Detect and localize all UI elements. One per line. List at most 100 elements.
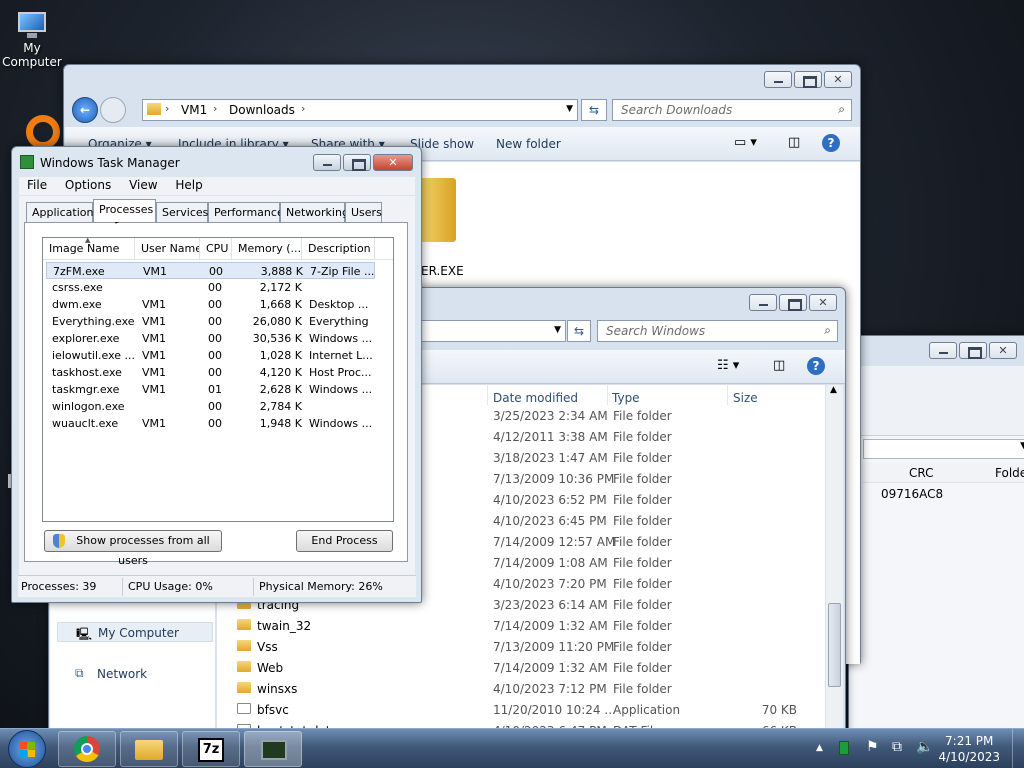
- address-dropdown-icon[interactable]: ▼: [566, 104, 573, 114]
- zip-minimize-button[interactable]: [929, 342, 957, 359]
- taskbar-7zip-button[interactable]: 7z: [182, 731, 240, 767]
- process-cpu: 00: [208, 298, 222, 311]
- clock[interactable]: 7:21 PM 4/10/2023: [938, 733, 1000, 765]
- tab-users[interactable]: Users: [345, 202, 382, 222]
- zip-column-crc[interactable]: CRC: [909, 466, 934, 480]
- process-row[interactable]: csrss.exe 00 2,172 K: [46, 279, 375, 296]
- process-row[interactable]: ielowutil.exe ... VM1 00 1,028 K Internet L.…: [46, 347, 375, 364]
- zip-dropdown-arrow-icon[interactable]: ▼: [1020, 441, 1024, 451]
- breadcrumb-downloads[interactable]: Downloads: [229, 103, 295, 117]
- zip-window: ▼ CRC Folde 09716AC8: [848, 335, 1024, 735]
- vertical-scrollbar[interactable]: ▲: [825, 385, 843, 737]
- column-description[interactable]: Description: [302, 238, 375, 260]
- preview-pane-icon[interactable]: ◫: [788, 135, 800, 150]
- installer-file-icon[interactable]: [420, 178, 456, 242]
- refresh-icon[interactable]: ⇆: [581, 99, 607, 121]
- breadcrumb-vm1[interactable]: VM1: [181, 103, 207, 117]
- status-memory: Physical Memory: 26%: [259, 580, 383, 593]
- file-row[interactable]: winsxs 4/10/2023 7:12 PM File folder: [217, 678, 817, 699]
- process-row[interactable]: taskmgr.exe VM1 01 2,628 K Windows ...: [46, 381, 375, 398]
- downloads-maximize-button[interactable]: [794, 71, 822, 88]
- column-type[interactable]: Type: [612, 391, 640, 405]
- maximize-button[interactable]: [343, 154, 371, 171]
- folder-icon: [237, 640, 251, 651]
- process-row[interactable]: 7zFM.exe VM1 00 3,888 K 7-Zip File ...: [46, 262, 375, 279]
- tab-networking[interactable]: Networking: [280, 202, 349, 222]
- menu-view[interactable]: View: [129, 178, 157, 192]
- help-icon[interactable]: ?: [822, 134, 840, 152]
- windows-minimize-button[interactable]: [749, 294, 777, 311]
- desktop-icon-my-computer[interactable]: My Computer: [0, 8, 64, 69]
- action-center-icon[interactable]: ⚑: [866, 739, 879, 755]
- taskbar-task-manager-button[interactable]: [244, 731, 302, 767]
- file-date: 3/23/2023 6:14 AM: [493, 598, 608, 612]
- process-row[interactable]: Everything.exe VM1 00 26,080 K Everything: [46, 313, 375, 330]
- show-processes-button[interactable]: Show processes from all users: [44, 530, 222, 567]
- tab-processes[interactable]: Processes: [93, 199, 156, 222]
- file-row[interactable]: bfsvc 11/20/2010 10:24 ... Application 70 K…: [217, 699, 817, 720]
- menu-options[interactable]: Options: [65, 178, 111, 192]
- show-hidden-icons[interactable]: ▲: [816, 743, 823, 753]
- nav-item-my-computer[interactable]: 🖳 My Computer: [57, 622, 213, 642]
- volume-muted-icon[interactable]: 🔈: [916, 739, 933, 755]
- tab-performance[interactable]: Performance: [208, 202, 284, 222]
- zip-maximize-button[interactable]: [959, 342, 987, 359]
- menu-help[interactable]: Help: [175, 178, 202, 192]
- app-shortcut-icon[interactable]: [26, 115, 60, 149]
- process-cpu: 00: [208, 417, 222, 430]
- preview-pane-icon[interactable]: ◫: [773, 358, 785, 373]
- show-desktop-button[interactable]: [1012, 729, 1024, 768]
- minimize-button[interactable]: [313, 154, 341, 171]
- taskbar-explorer-button[interactable]: [120, 731, 178, 767]
- file-row[interactable]: Vss 7/13/2009 11:20 PM File folder: [217, 636, 817, 657]
- scroll-up-icon[interactable]: ▲: [830, 385, 837, 395]
- file-row[interactable]: Web 7/14/2009 1:32 AM File folder: [217, 657, 817, 678]
- column-cpu[interactable]: CPU: [200, 238, 232, 260]
- process-row[interactable]: wuauclt.exe VM1 00 1,948 K Windows ...: [46, 415, 375, 432]
- file-type: File folder: [613, 514, 672, 528]
- forward-icon[interactable]: [100, 97, 126, 123]
- process-desc: Windows ...: [309, 332, 373, 345]
- file-type: File folder: [613, 409, 672, 423]
- tray-app-icon[interactable]: [839, 741, 849, 755]
- downloads-close-button[interactable]: [824, 71, 852, 88]
- end-process-button[interactable]: End Process: [296, 530, 393, 552]
- help-icon[interactable]: ?: [807, 357, 825, 375]
- back-icon[interactable]: ←: [72, 97, 98, 123]
- downloads-minimize-button[interactable]: [764, 71, 792, 88]
- scrollbar-thumb[interactable]: [828, 603, 841, 687]
- process-row[interactable]: explorer.exe VM1 00 30,536 K Windows ...: [46, 330, 375, 347]
- windows-maximize-button[interactable]: [779, 294, 807, 311]
- zip-column-folder[interactable]: Folde: [995, 466, 1024, 480]
- taskbar-chrome-button[interactable]: [58, 731, 116, 767]
- process-user: VM1: [142, 332, 167, 345]
- view-options-icon[interactable]: ☷ ▾: [717, 358, 739, 373]
- column-memory[interactable]: Memory (...: [232, 238, 302, 260]
- downloads-search-input[interactable]: Search Downloads ⌕: [612, 99, 852, 121]
- network-tray-icon[interactable]: ⧉: [892, 739, 902, 755]
- refresh-icon[interactable]: ⇆: [567, 320, 591, 342]
- column-size[interactable]: Size: [733, 391, 758, 405]
- column-date-modified[interactable]: Date modified: [493, 391, 578, 405]
- windows-search-input[interactable]: Search Windows ⌕: [597, 320, 838, 342]
- folder-icon: [147, 103, 161, 115]
- file-row[interactable]: twain_32 7/14/2009 1:32 AM File folder: [217, 615, 817, 636]
- tab-applications[interactable]: Applications: [26, 202, 99, 222]
- new-folder-button[interactable]: New folder: [496, 137, 561, 151]
- view-options-icon[interactable]: ▭ ▾: [734, 135, 757, 150]
- process-row[interactable]: taskhost.exe VM1 00 4,120 K Host Proc...: [46, 364, 375, 381]
- windows-close-button[interactable]: [809, 294, 837, 311]
- file-type: File folder: [613, 598, 672, 612]
- column-user-name[interactable]: User Name: [135, 238, 200, 260]
- nav-item-network[interactable]: ⧉ Network: [57, 664, 213, 684]
- start-button[interactable]: [8, 730, 46, 768]
- process-row[interactable]: dwm.exe VM1 00 1,668 K Desktop ...: [46, 296, 375, 313]
- process-row[interactable]: winlogon.exe 00 2,784 K: [46, 398, 375, 415]
- address-dropdown-icon[interactable]: ▼: [554, 325, 561, 335]
- close-button[interactable]: [373, 154, 413, 171]
- tab-services[interactable]: Services: [156, 202, 208, 222]
- downloads-address-bar[interactable]: › VM1 › Downloads › ▼: [142, 99, 578, 121]
- file-label[interactable]: ER.EXE: [421, 264, 464, 278]
- zip-close-button[interactable]: [989, 342, 1017, 359]
- menu-file[interactable]: File: [27, 178, 47, 192]
